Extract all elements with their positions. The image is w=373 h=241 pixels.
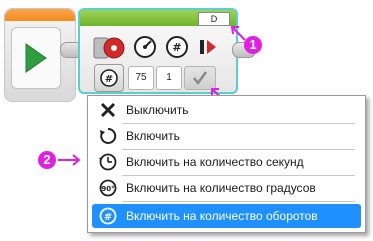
- menu-item-label: Включить на количество секунд: [126, 155, 304, 169]
- menu-item-on-rotations[interactable]: # Включить на количество оборотов: [92, 204, 361, 228]
- svg-text:#: #: [104, 212, 112, 223]
- svg-text:90°: 90°: [101, 185, 114, 193]
- menu-item-label: Выключить: [126, 103, 189, 117]
- menu-item-off[interactable]: Выключить: [92, 98, 361, 124]
- menu-item-label: Включить: [126, 129, 180, 143]
- rotations-icon: #: [99, 207, 117, 225]
- callout-badge-2: 2: [38, 151, 56, 169]
- timer-icon: [99, 153, 117, 171]
- callout-badge-1: 1: [244, 36, 262, 54]
- menu-item-label: Включить на количество оборотов: [126, 209, 318, 223]
- degrees-icon: 90°: [99, 179, 117, 197]
- mode-dropdown-menu: Выключить Включить Включить на количеств…: [87, 95, 366, 233]
- menu-item-on[interactable]: Включить: [92, 124, 361, 150]
- menu-item-label: Включить на количество градусов: [126, 181, 316, 195]
- menu-item-on-degrees[interactable]: 90° Включить на количество градусов: [92, 176, 361, 202]
- menu-divider: [122, 201, 355, 202]
- menu-item-on-seconds[interactable]: Включить на количество секунд: [92, 150, 361, 176]
- rotate-icon: [100, 127, 117, 144]
- x-icon: [100, 102, 116, 118]
